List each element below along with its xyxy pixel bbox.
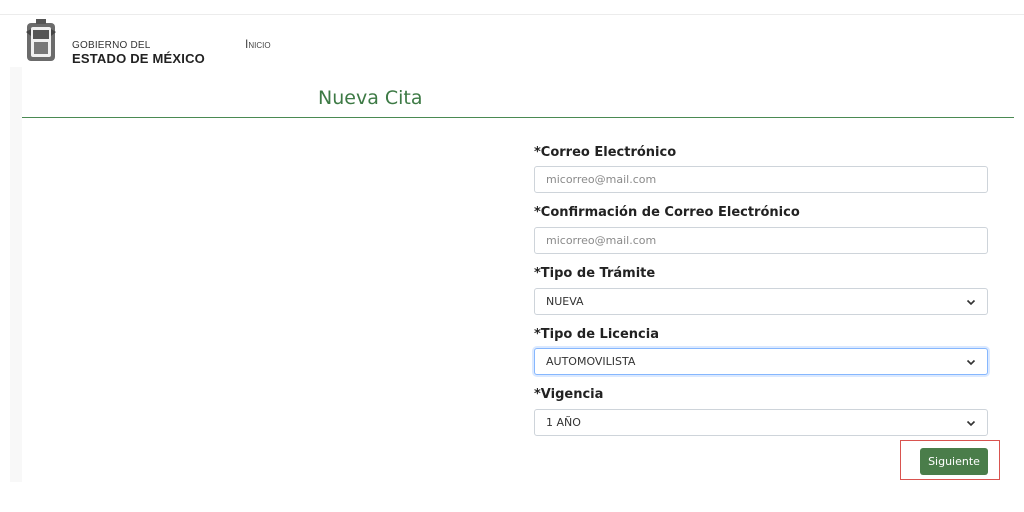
- tramite-label: *Tipo de Trámite: [534, 266, 656, 281]
- button-highlight-box: [900, 440, 1000, 480]
- site-header: GOBIERNO DEL ESTADO DE MÉXICO Inicio: [10, 15, 1014, 67]
- vigencia-selected-value: 1 AÑO: [546, 416, 581, 429]
- chevron-down-icon: [966, 359, 976, 365]
- licencia-label: *Tipo de Licencia: [534, 327, 659, 342]
- vigencia-select[interactable]: 1 AÑO: [534, 409, 988, 436]
- licencia-selected-value: AUTOMOVILISTA: [546, 355, 636, 368]
- email-label: *Correo Electrónico: [534, 145, 677, 160]
- state-emblem-icon: [26, 19, 56, 61]
- page-title: Nueva Cita: [318, 87, 423, 109]
- email-confirm-input[interactable]: [534, 227, 988, 254]
- email-input[interactable]: [534, 166, 988, 193]
- email-confirm-label: *Confirmación de Correo Electrónico: [534, 205, 800, 220]
- title-bar: Nueva Cita: [22, 67, 1014, 118]
- brand-text: GOBIERNO DEL ESTADO DE MÉXICO: [72, 39, 205, 65]
- page-background: Nueva Cita *Correo Electrónico *Confirma…: [10, 67, 1014, 482]
- brand-line2: ESTADO DE MÉXICO: [72, 51, 205, 66]
- tramite-select[interactable]: NUEVA: [534, 288, 988, 315]
- nav-inicio-link[interactable]: Inicio: [245, 37, 271, 51]
- licencia-select[interactable]: AUTOMOVILISTA: [534, 348, 988, 375]
- chevron-down-icon: [966, 420, 976, 426]
- content-card: Nueva Cita *Correo Electrónico *Confirma…: [22, 67, 1014, 482]
- tramite-selected-value: NUEVA: [546, 295, 584, 308]
- vigencia-label: *Vigencia: [534, 387, 604, 402]
- chevron-down-icon: [966, 299, 976, 305]
